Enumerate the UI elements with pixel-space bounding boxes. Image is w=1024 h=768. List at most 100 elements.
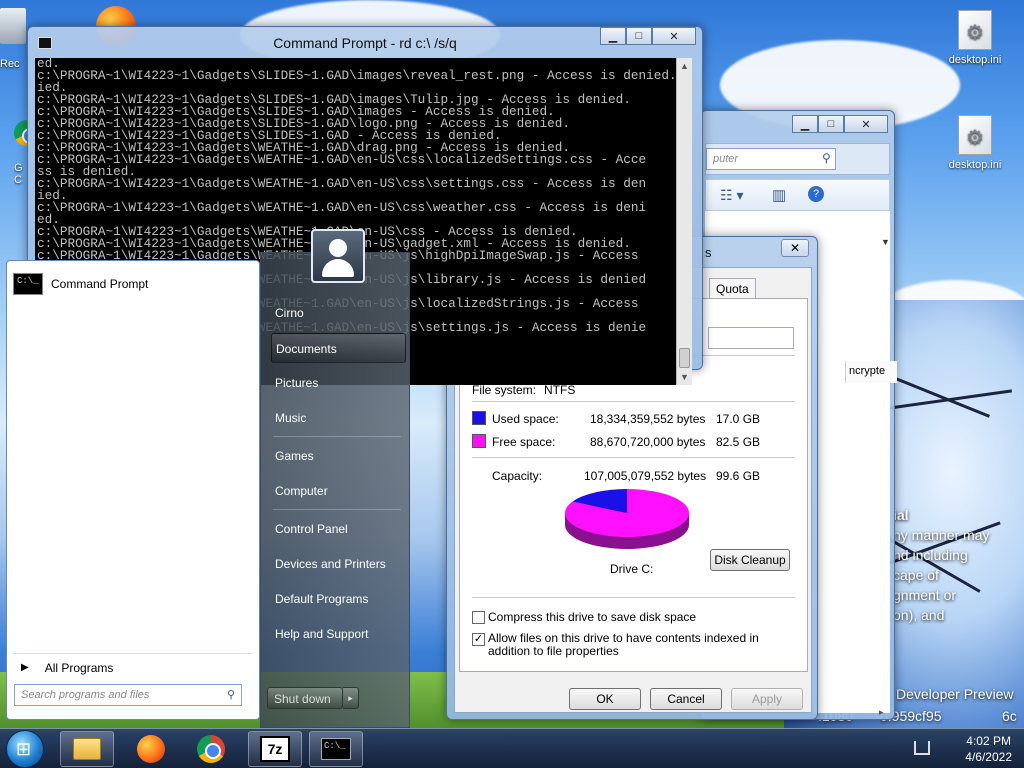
close-button[interactable]: ✕ bbox=[652, 27, 696, 45]
explorer-toolbar: ☷ ▾ ▥ ? bbox=[705, 179, 890, 211]
file-system-label: File system: bbox=[472, 383, 537, 397]
capacity-label: Capacity: bbox=[492, 469, 543, 483]
taskbar: ⊞ 7z C:\_ 4:02 PM 4/6/2022 bbox=[0, 728, 1024, 768]
desktop-icon-label: desktop.ini bbox=[948, 159, 1002, 171]
wallpaper-line: nd including bbox=[893, 547, 968, 563]
start-item-help-support[interactable]: Help and Support bbox=[271, 619, 406, 649]
free-space-label: Free space: bbox=[492, 435, 556, 449]
user-avatar[interactable] bbox=[311, 229, 365, 283]
scroll-down-icon[interactable]: ▼ bbox=[677, 369, 692, 385]
cmd-icon: C:\_ bbox=[321, 738, 351, 760]
used-space-label: Used space: bbox=[492, 412, 559, 426]
minimize-button[interactable]: ▁ bbox=[600, 27, 626, 45]
start-item-devices-printers[interactable]: Devices and Printers bbox=[271, 549, 406, 579]
explorer-address-bar: puter ⚲ bbox=[705, 143, 890, 175]
tab-quota[interactable]: Quota bbox=[709, 278, 756, 298]
index-checkbox[interactable]: ✓ bbox=[472, 633, 485, 646]
capacity-bytes: 107,005,079,552 bytes bbox=[584, 469, 707, 483]
preview-pane-icon[interactable]: ▥ bbox=[772, 186, 786, 204]
ok-button[interactable]: OK bbox=[569, 688, 641, 710]
wallpaper-line: cape of bbox=[893, 567, 939, 583]
scroll-up-icon[interactable]: ▲ bbox=[677, 58, 692, 74]
cancel-button[interactable]: Cancel bbox=[650, 688, 722, 710]
file-system-value: NTFS bbox=[544, 383, 576, 397]
start-item-default-programs[interactable]: Default Programs bbox=[271, 584, 406, 614]
chrome-icon bbox=[197, 735, 225, 763]
scroll-thumb[interactable] bbox=[679, 348, 690, 368]
used-space-swatch bbox=[472, 411, 486, 425]
close-button[interactable]: ✕ bbox=[844, 115, 888, 133]
wallpaper-footer: Developer Preview bbox=[896, 686, 1014, 702]
dialog-title: s bbox=[705, 245, 712, 260]
recycle-bin-icon bbox=[0, 8, 26, 44]
taskbar-chrome[interactable] bbox=[184, 731, 238, 767]
start-menu-places-pane: Cirno Documents Pictures Music Games Com… bbox=[260, 229, 410, 728]
index-label: Allow files on this drive to have conten… bbox=[488, 631, 759, 658]
apply-button[interactable]: Apply bbox=[731, 688, 803, 710]
clock-date: 4/6/2022 bbox=[965, 750, 1012, 764]
start-item-pictures[interactable]: Pictures bbox=[271, 368, 406, 398]
explorer-icon bbox=[73, 738, 101, 760]
used-space-bytes: 18,334,359,552 bytes bbox=[590, 412, 706, 426]
desktop-icon-label: Rec bbox=[0, 58, 20, 70]
wallpaper-text: ial ny manner may nd including cape of g… bbox=[893, 505, 1024, 625]
network-icon[interactable] bbox=[914, 741, 930, 755]
column-header-encrypted[interactable]: ncrypte bbox=[845, 361, 897, 383]
vertical-scrollbar[interactable]: ▲ ▼ bbox=[676, 58, 692, 385]
desktop-icon-recycle-bin[interactable]: Rec bbox=[0, 8, 30, 70]
clock[interactable]: 4:02 PM 4/6/2022 bbox=[965, 733, 1012, 765]
start-item-documents[interactable]: Documents bbox=[271, 333, 406, 363]
maximize-button[interactable]: □ bbox=[626, 27, 652, 45]
start-search-input[interactable]: Search programs and files ⚲ bbox=[14, 684, 242, 706]
explorer-search-input[interactable]: puter bbox=[706, 148, 836, 170]
wallpaper-footer: 0.959cf95 bbox=[880, 708, 942, 724]
clock-time: 4:02 PM bbox=[966, 734, 1011, 748]
start-item-games[interactable]: Games bbox=[271, 441, 406, 471]
desktop-icon-desktop-ini[interactable]: desktop.ini bbox=[940, 115, 1010, 171]
used-space-gb: 17.0 GB bbox=[716, 412, 761, 426]
firefox-icon bbox=[137, 735, 165, 763]
start-item-music[interactable]: Music bbox=[271, 403, 406, 433]
shutdown-options-button[interactable]: ▸ bbox=[343, 687, 359, 709]
maximize-button[interactable]: □ bbox=[818, 115, 844, 133]
start-menu: C:\_ Command Prompt ▶ All Programs Searc… bbox=[0, 229, 410, 728]
drive-label: Drive C: bbox=[610, 562, 654, 576]
wallpaper-line: gnment or bbox=[893, 587, 957, 603]
pinned-program-command-prompt[interactable]: C:\_ Command Prompt bbox=[13, 269, 253, 299]
all-programs-button[interactable]: ▶ All Programs bbox=[13, 653, 253, 681]
disk-cleanup-button[interactable]: Disk Cleanup bbox=[710, 549, 790, 571]
start-item-computer[interactable]: Computer bbox=[271, 476, 406, 506]
start-item-control-panel[interactable]: Control Panel bbox=[271, 514, 406, 544]
view-options-icon[interactable]: ☷ ▾ bbox=[720, 187, 743, 204]
scroll-right-icon[interactable]: ▸ bbox=[879, 707, 884, 718]
minimize-button[interactable]: ▁ bbox=[792, 115, 818, 133]
start-item-user[interactable]: Cirno bbox=[271, 298, 406, 328]
arrow-right-icon: ▶ bbox=[21, 662, 29, 673]
cmd-icon: C:\_ bbox=[13, 273, 43, 295]
free-space-gb: 82.5 GB bbox=[716, 435, 761, 449]
taskbar-7zip[interactable]: 7z bbox=[248, 731, 302, 767]
shutdown-button[interactable]: Shut down bbox=[267, 687, 343, 709]
drive-name-input[interactable] bbox=[708, 327, 794, 349]
start-button[interactable]: ⊞ bbox=[6, 730, 44, 768]
settings-file-icon bbox=[958, 10, 992, 50]
taskbar-cmd[interactable]: C:\_ bbox=[309, 731, 363, 767]
taskbar-firefox[interactable] bbox=[124, 731, 178, 767]
pinned-program-label: Command Prompt bbox=[51, 277, 149, 291]
wallpaper-heading: ial bbox=[893, 507, 909, 523]
wallpaper-line: ny manner may bbox=[893, 527, 990, 543]
help-icon[interactable]: ? bbox=[808, 186, 824, 202]
windows-logo-icon: ⊞ bbox=[16, 739, 32, 759]
search-icon[interactable]: ⚲ bbox=[227, 688, 235, 701]
free-space-swatch bbox=[472, 434, 486, 448]
compress-checkbox[interactable] bbox=[472, 611, 485, 624]
window-controls: ▁ □ ✕ bbox=[792, 115, 888, 133]
taskbar-explorer[interactable] bbox=[60, 731, 114, 767]
desktop-icon-desktop-ini[interactable]: desktop.ini bbox=[940, 10, 1010, 66]
dialog-close-button[interactable]: ✕ bbox=[781, 239, 809, 257]
search-icon[interactable]: ⚲ bbox=[822, 151, 831, 165]
dropdown-arrow-icon[interactable]: ▼ bbox=[881, 237, 890, 247]
capacity-gb: 99.6 GB bbox=[716, 469, 761, 483]
window-controls: ▁ □ ✕ bbox=[600, 27, 696, 45]
all-programs-label: All Programs bbox=[44, 660, 114, 675]
